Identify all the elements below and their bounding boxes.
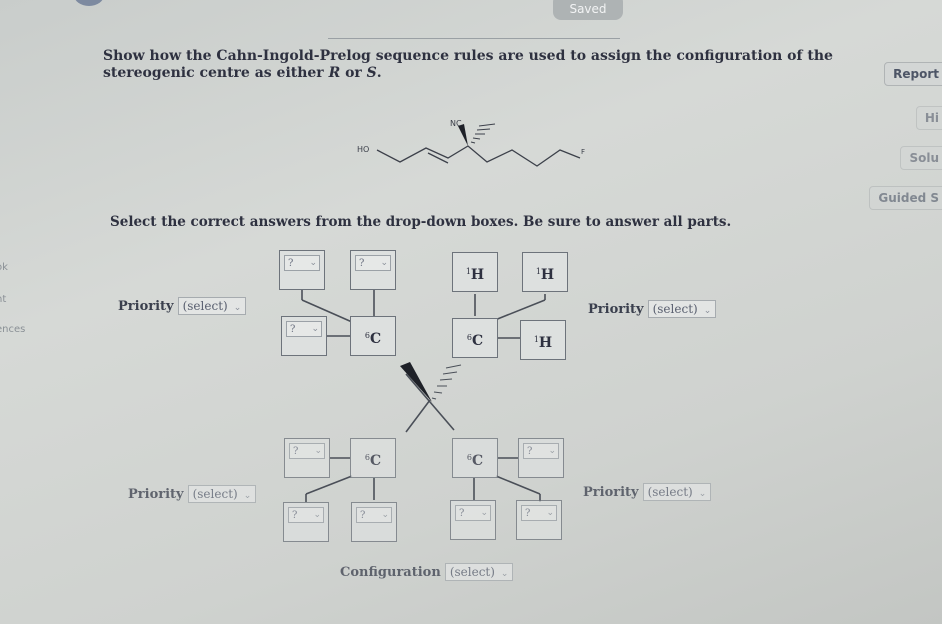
bl-substituent-select-3[interactable]: ? ⌄ [356, 507, 392, 523]
tl-substituent-box-3[interactable]: ? ⌄ [281, 316, 327, 356]
chevron-down-icon: ⌄ [703, 306, 712, 316]
tl-substituent-box-2[interactable]: ? ⌄ [350, 250, 396, 290]
br-priority-select[interactable]: (select) ⌄ [642, 483, 712, 501]
configuration-select[interactable]: (select) ⌄ [444, 563, 514, 581]
chevron-down-icon: ⌄ [546, 508, 554, 518]
chevron-down-icon: ⌄ [698, 489, 707, 499]
bl-substituent-box-3[interactable]: ? ⌄ [351, 502, 397, 542]
chevron-down-icon: ⌄ [243, 491, 252, 501]
bl-priority-label: Priority [128, 487, 184, 502]
bl-carbon-atom: 6C [350, 438, 396, 478]
br-priority-label: Priority [583, 485, 639, 500]
chevron-down-icon: ⌄ [314, 446, 322, 456]
br-priority-row: Priority (select) ⌄ [583, 481, 712, 501]
br-substituent-box-3[interactable]: ? ⌄ [516, 500, 562, 540]
bl-substituent-select-1[interactable]: ? ⌄ [289, 443, 325, 459]
chevron-down-icon: ⌄ [548, 446, 556, 456]
configuration-label: Configuration [340, 565, 441, 580]
tl-substituent-select-1[interactable]: ? ⌄ [284, 255, 320, 271]
tl-priority-select[interactable]: (select) ⌄ [177, 297, 247, 315]
br-substituent-select-3[interactable]: ? ⌄ [521, 505, 557, 521]
tr-carbon-atom: 6C [452, 318, 498, 358]
tl-substituent-box-1[interactable]: ? ⌄ [279, 250, 325, 290]
tl-carbon-atom: 6C [350, 316, 396, 356]
tl-priority-label: Priority [118, 299, 174, 314]
chevron-down-icon: ⌄ [480, 508, 488, 518]
chevron-down-icon: ⌄ [309, 258, 317, 268]
br-substituent-select-1[interactable]: ? ⌄ [523, 443, 559, 459]
br-substituent-select-2[interactable]: ? ⌄ [455, 505, 491, 521]
chevron-down-icon: ⌄ [380, 258, 388, 268]
br-carbon-atom: 6C [452, 438, 498, 478]
tr-priority-select[interactable]: (select) ⌄ [647, 300, 717, 318]
br-substituent-box-1[interactable]: ? ⌄ [518, 438, 564, 478]
chevron-down-icon: ⌄ [313, 510, 321, 520]
tl-priority-row: Priority (select) ⌄ [118, 295, 247, 315]
tr-hydrogen-atom-2: 1H [522, 252, 568, 292]
chevron-down-icon: ⌄ [500, 569, 509, 579]
bl-substituent-box-1[interactable]: ? ⌄ [284, 438, 330, 478]
bl-substituent-select-2[interactable]: ? ⌄ [288, 507, 324, 523]
bl-priority-row: Priority (select) ⌄ [128, 483, 257, 503]
tr-priority-row: Priority (select) ⌄ [588, 298, 717, 318]
chevron-down-icon: ⌄ [311, 324, 319, 334]
tr-hydrogen-atom-3: 1H [520, 320, 566, 360]
tr-priority-label: Priority [588, 302, 644, 317]
bl-priority-select[interactable]: (select) ⌄ [187, 485, 257, 503]
center-wedge-bond [400, 362, 432, 402]
chevron-down-icon: ⌄ [233, 303, 242, 313]
tr-hydrogen-atom-1: 1H [452, 252, 498, 292]
tl-substituent-select-3[interactable]: ? ⌄ [286, 321, 322, 337]
br-substituent-box-2[interactable]: ? ⌄ [450, 500, 496, 540]
tl-substituent-select-2[interactable]: ? ⌄ [355, 255, 391, 271]
configuration-row: Configuration (select) ⌄ [340, 561, 514, 581]
bl-substituent-box-2[interactable]: ? ⌄ [283, 502, 329, 542]
chevron-down-icon: ⌄ [381, 510, 389, 520]
